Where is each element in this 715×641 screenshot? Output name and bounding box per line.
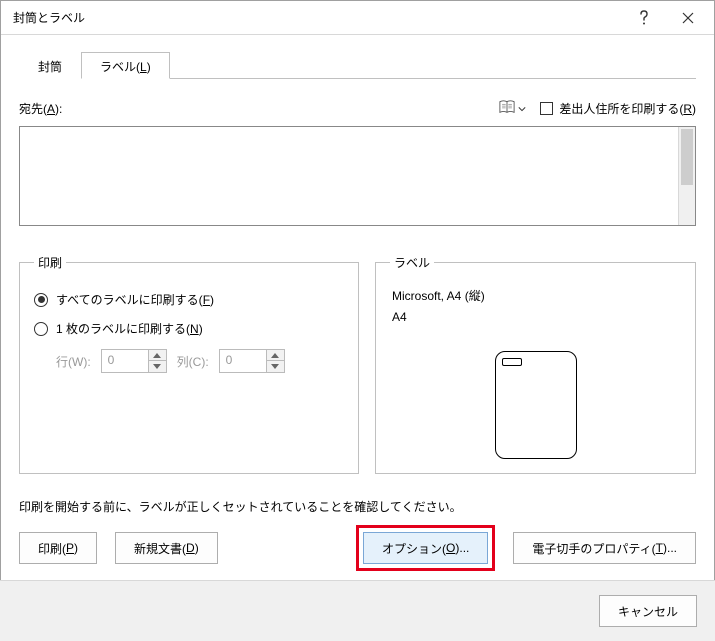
col-spin-down[interactable]	[267, 361, 285, 373]
tab-strip: 封筒 ラベル(L)	[19, 51, 696, 79]
col-spin-up[interactable]	[267, 349, 285, 361]
tab-envelopes-label: 封筒	[38, 60, 62, 74]
help-button[interactable]	[622, 3, 666, 33]
options-button[interactable]: オプション(O)...	[363, 532, 488, 564]
options-highlight: オプション(O)...	[356, 525, 495, 571]
close-button[interactable]	[666, 3, 710, 33]
label-vendor-product: Microsoft, A4 (縦)	[392, 287, 679, 304]
chevron-down-icon	[518, 102, 526, 116]
address-input-text	[20, 127, 677, 225]
radio-print-single[interactable]: 1 枚のラベルに印刷する(N)	[34, 320, 344, 337]
radio-icon-unselected	[34, 322, 48, 336]
radio-icon-selected	[34, 293, 48, 307]
return-address-label: 差出人住所を印刷する(R)	[559, 100, 696, 117]
label-fieldset[interactable]: ラベル Microsoft, A4 (縦) A4	[375, 254, 696, 474]
scrollbar-thumb[interactable]	[681, 129, 693, 185]
radio-print-single-label: 1 枚のラベルに印刷する(N)	[56, 320, 203, 337]
address-row: 宛先(A):	[19, 97, 696, 120]
return-address-checkbox[interactable]: 差出人住所を印刷する(R)	[540, 100, 696, 117]
row-spin-down[interactable]	[149, 361, 167, 373]
dialog-footer: キャンセル	[0, 580, 715, 641]
col-spinner[interactable]: 0	[219, 349, 285, 373]
col-spinner-value: 0	[219, 349, 267, 373]
epostage-button[interactable]: 電子切手のプロパティ(T)...	[513, 532, 696, 564]
tab-labels[interactable]: ラベル(L)	[81, 52, 170, 79]
tab-labels-label: ラベル(L)	[100, 60, 151, 74]
button-row: 印刷(P) 新規文書(D) オプション(O)... 電子切手のプロパティ(T).…	[19, 525, 696, 571]
cancel-button[interactable]: キャンセル	[599, 595, 697, 627]
address-scrollbar[interactable]	[678, 127, 695, 225]
print-legend: 印刷	[34, 254, 66, 271]
row-spinner-value: 0	[101, 349, 149, 373]
row-label: 行(W):	[56, 353, 91, 370]
titlebar: 封筒とラベル	[1, 1, 714, 35]
label-detail: A4	[392, 310, 679, 324]
instruction-text: 印刷を開始する前に、ラベルが正しくセットされていることを確認してください。	[19, 498, 696, 515]
dialog-title: 封筒とラベル	[13, 9, 622, 26]
row-spin-up[interactable]	[149, 349, 167, 361]
dialog-content: 封筒 ラベル(L) 宛先(A):	[1, 35, 714, 581]
print-button[interactable]: 印刷(P)	[19, 532, 97, 564]
address-input[interactable]	[19, 126, 696, 226]
label-legend: ラベル	[390, 254, 434, 271]
col-label: 列(C):	[177, 353, 209, 370]
tab-envelopes[interactable]: 封筒	[19, 52, 81, 79]
radio-print-all-label: すべてのラベルに印刷する(F)	[56, 291, 214, 308]
address-book-dropdown[interactable]	[494, 97, 530, 120]
row-spinner[interactable]: 0	[101, 349, 167, 373]
address-label: 宛先(A):	[19, 100, 62, 117]
print-fieldset: 印刷 すべてのラベルに印刷する(F) 1 枚のラベルに印刷する(N) 行(W):…	[19, 254, 359, 474]
new-document-button[interactable]: 新規文書(D)	[115, 532, 218, 564]
address-book-icon	[498, 99, 516, 118]
checkbox-icon	[540, 102, 553, 115]
label-preview-icon	[495, 351, 577, 459]
radio-print-all[interactable]: すべてのラベルに印刷する(F)	[34, 291, 344, 308]
